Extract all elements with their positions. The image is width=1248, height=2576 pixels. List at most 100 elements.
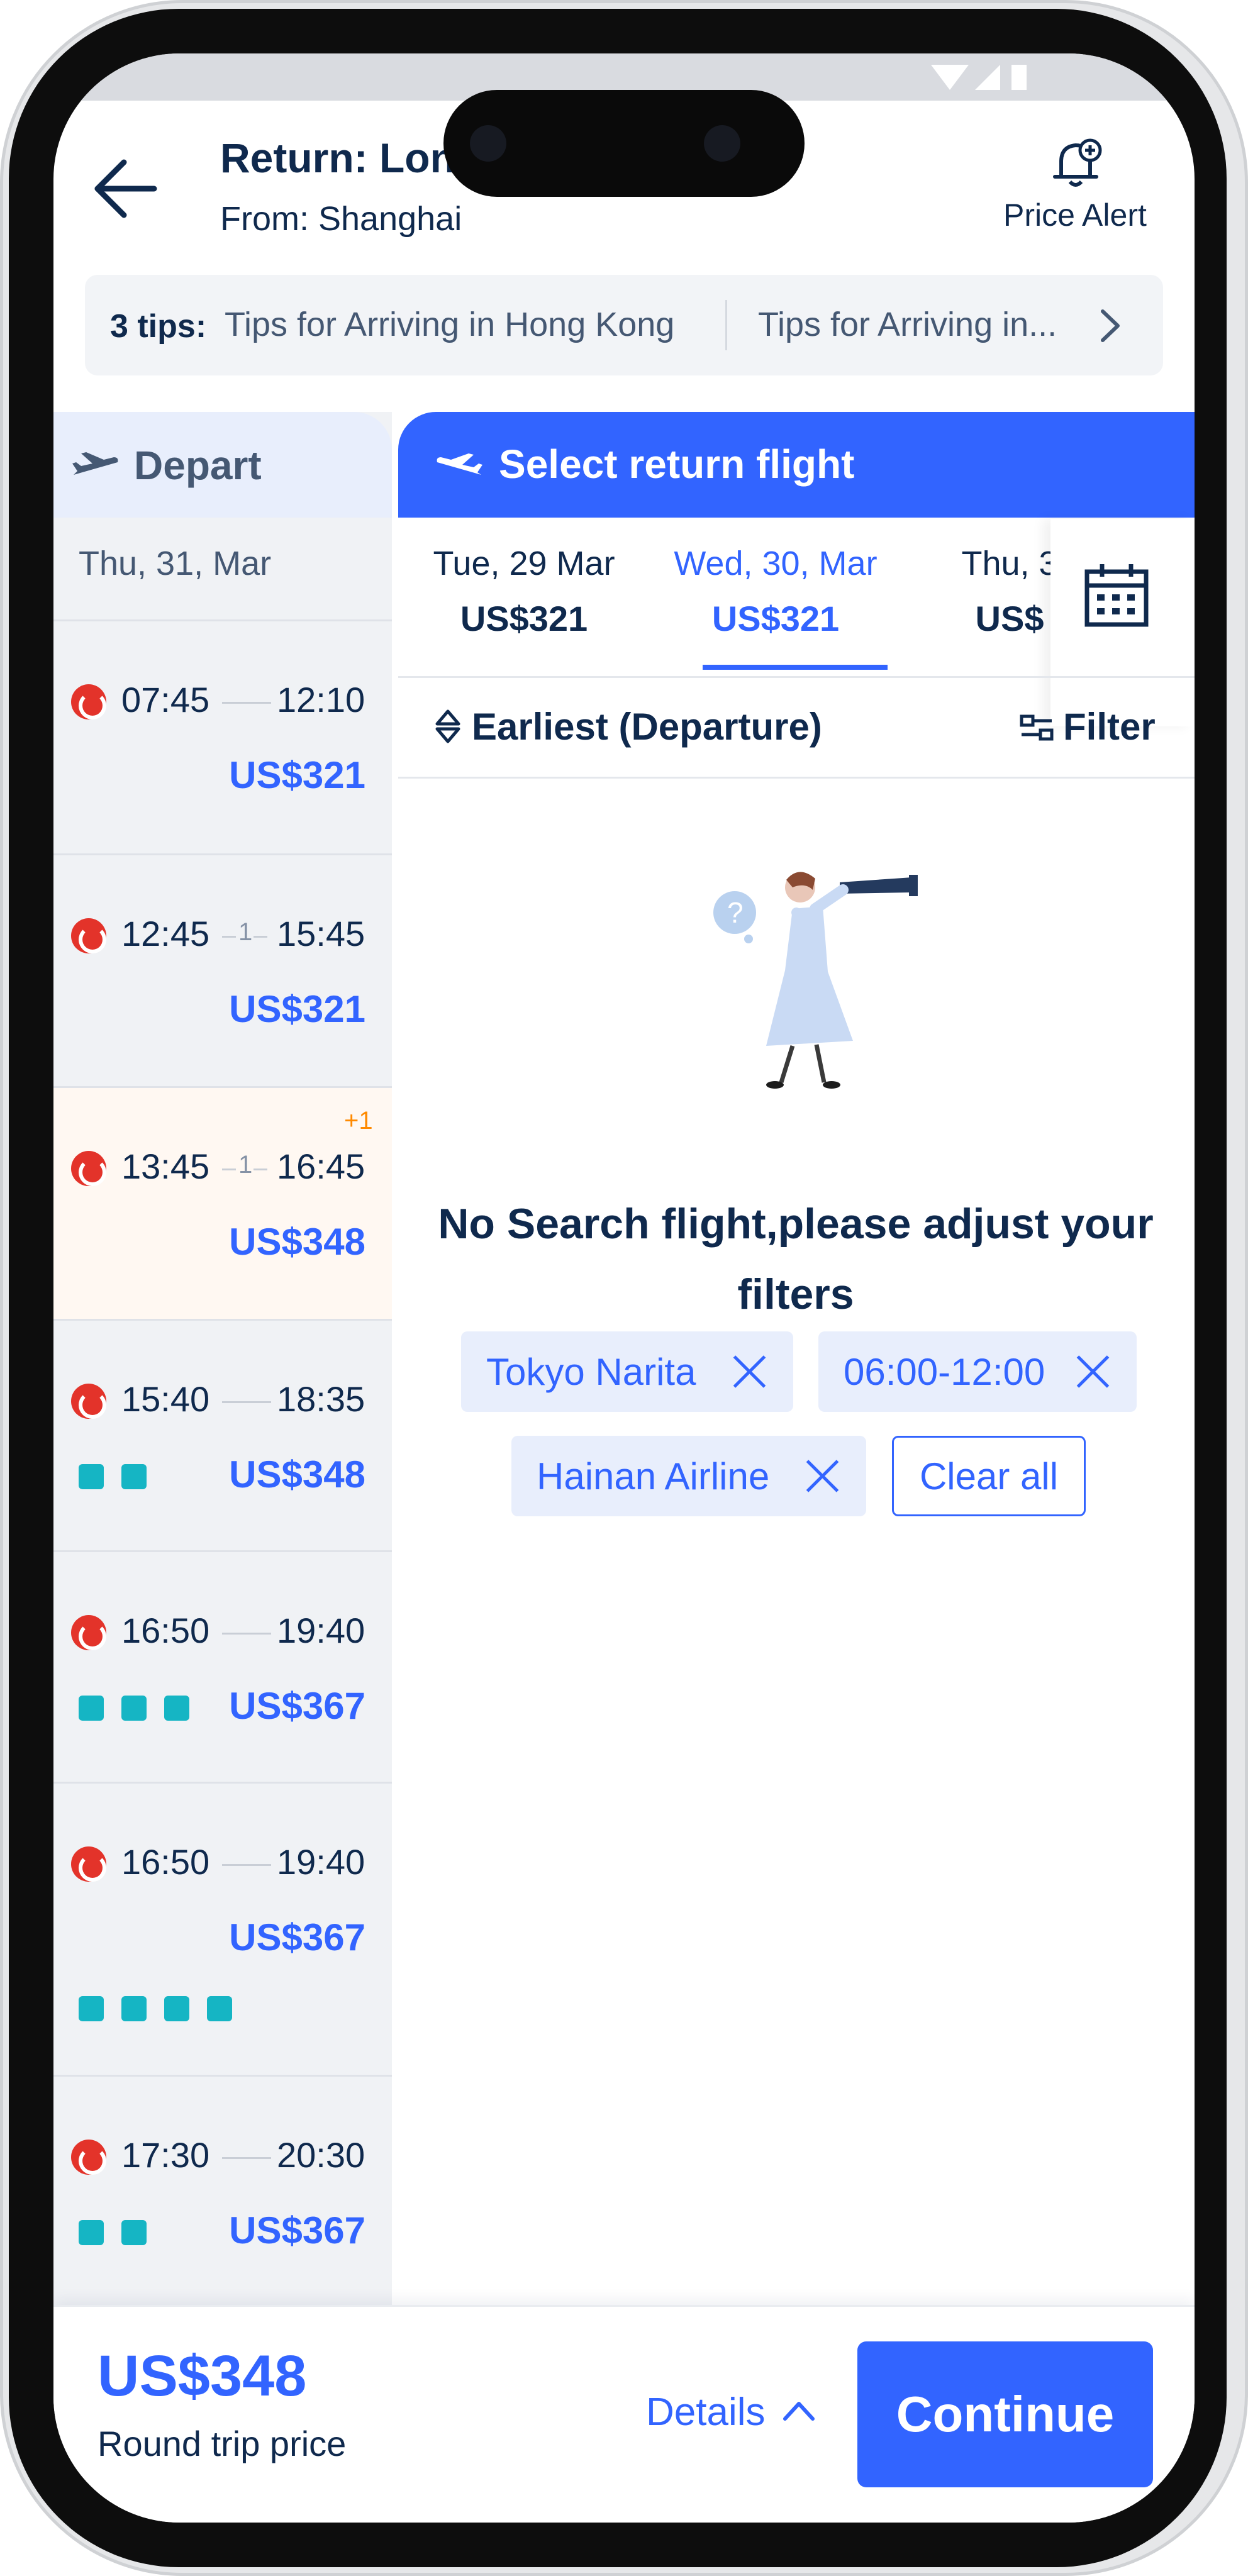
- bell-plus-icon[interactable]: [1047, 135, 1104, 192]
- date-label: Wed, 30, Mar: [674, 545, 878, 582]
- flight-price: US$348: [229, 1453, 365, 1496]
- route-line: [222, 1864, 271, 1866]
- tab-return[interactable]: Select return flight: [398, 412, 1195, 518]
- departure-time: 07:45: [121, 680, 210, 719]
- tip-item[interactable]: Tips for Arriving in Hong Kong: [225, 305, 674, 344]
- flight-price: US$321: [229, 754, 365, 796]
- total-price: US$348: [98, 2344, 307, 2408]
- route-line: [254, 936, 267, 938]
- tips-divider: [725, 300, 727, 350]
- route-line: [222, 1633, 271, 1635]
- arrival-time: 16:45: [277, 1146, 365, 1186]
- arrival-time: 12:10: [277, 680, 365, 719]
- tips-bar[interactable]: 3 tips: Tips for Arriving in Hong Kong T…: [85, 275, 1163, 375]
- bag-icon: [79, 2220, 104, 2245]
- chevron-right-icon[interactable]: [1091, 304, 1129, 348]
- date-tab[interactable]: Wed, 30, Mar US$321: [650, 544, 901, 639]
- next-day-badge: +1: [344, 1107, 373, 1135]
- close-icon[interactable]: [730, 1353, 768, 1391]
- date-label: Tue, 29 Mar: [433, 545, 615, 582]
- airline-logo: [71, 1846, 106, 1882]
- route-line: [222, 702, 271, 704]
- flight-row[interactable]: 17:30 20:30 US$367: [53, 2075, 392, 2307]
- flight-row[interactable]: 12:45 1 15:45 US$321: [53, 853, 392, 1086]
- filter-chip[interactable]: 06:00-12:00: [818, 1331, 1137, 1412]
- filter-button[interactable]: Filter: [1063, 705, 1156, 748]
- continue-button[interactable]: Continue: [857, 2341, 1153, 2487]
- plane-icon: [72, 452, 118, 475]
- flight-price: US$367: [229, 2209, 365, 2251]
- departure-time: 12:45: [121, 914, 210, 953]
- screen: Return: Lon From: Shanghai Price Alert 3…: [53, 53, 1195, 2523]
- departure-time: 15:40: [121, 1379, 210, 1419]
- calendar-button[interactable]: [1050, 519, 1195, 726]
- depart-date: Thu, 31, Mar: [79, 545, 272, 582]
- arrival-time: 15:45: [277, 914, 365, 953]
- stop-count: 1: [238, 918, 253, 946]
- phone-frame: Return: Lon From: Shanghai Price Alert 3…: [0, 0, 1248, 2576]
- luggage-icon: [121, 1696, 147, 1721]
- origin-subtitle: From: Shanghai: [220, 200, 462, 238]
- calendar-icon: [1084, 564, 1149, 627]
- total-price-label: Round trip price: [98, 2424, 347, 2463]
- filter-chip[interactable]: Tokyo Narita: [461, 1331, 793, 1412]
- price-alert-label[interactable]: Price Alert: [1003, 197, 1147, 233]
- departure-time: 17:30: [121, 2135, 210, 2175]
- tab-return-label: Select return flight: [499, 441, 855, 487]
- flight-row[interactable]: 07:45 12:10 US$321: [53, 619, 392, 853]
- airline-logo: [71, 2140, 106, 2175]
- back-arrow-icon[interactable]: [91, 154, 160, 223]
- arrival-time: 19:40: [277, 1611, 365, 1650]
- departure-time: 16:50: [121, 1842, 210, 1882]
- luggage-icon: [121, 1464, 147, 1489]
- departure-time: 13:45: [121, 1146, 210, 1186]
- departure-time: 16:50: [121, 1611, 210, 1650]
- flight-price: US$348: [229, 1221, 365, 1263]
- route-line: [254, 1169, 267, 1170]
- filter-chip-label: 06:00-12:00: [844, 1350, 1045, 1393]
- airline-logo: [71, 918, 106, 953]
- sort-divider: [398, 777, 1195, 779]
- details-button[interactable]: Details: [646, 2390, 766, 2434]
- flight-row[interactable]: 16:50 19:40 US$367: [53, 1782, 392, 2075]
- clear-all-button[interactable]: Clear all: [892, 1436, 1086, 1516]
- route-line: [222, 1401, 271, 1403]
- date-price: US$321: [711, 599, 840, 638]
- heart-icon: [164, 1696, 189, 1721]
- flight-row[interactable]: 13:45 1 16:45 +1 US$348: [53, 1086, 392, 1319]
- close-icon[interactable]: [803, 1457, 841, 1495]
- empty-state-illustration: ?: [713, 872, 918, 1089]
- date-divider: [398, 676, 1195, 678]
- arrival-time: 18:35: [277, 1379, 365, 1419]
- luggage-icon: [121, 1996, 147, 2021]
- bottom-bar: US$348 Round trip price Details Continue: [53, 2305, 1195, 2523]
- tab-depart[interactable]: Depart: [53, 412, 392, 518]
- stop-count: 1: [238, 1151, 253, 1179]
- dynamic-island: [443, 90, 805, 197]
- route-line: [222, 1169, 236, 1170]
- date-tab[interactable]: Tue, 29 Mar US$321: [398, 544, 650, 639]
- tips-count: 3 tips:: [110, 308, 207, 345]
- svg-text:?: ?: [727, 896, 744, 929]
- flight-row[interactable]: 16:50 19:40 US$367: [53, 1550, 392, 1782]
- luggage-icon: [121, 2220, 147, 2245]
- heart-icon: [164, 1996, 189, 2021]
- bag-icon: [79, 1996, 104, 2021]
- flight-row[interactable]: 15:40 18:35 US$348: [53, 1319, 392, 1550]
- filter-chip[interactable]: Hainan Airline: [511, 1436, 866, 1516]
- close-icon[interactable]: [1074, 1353, 1112, 1391]
- empty-state-message: No Search flight,please adjust your filt…: [438, 1200, 1154, 1318]
- page-title: Return: Lon: [220, 135, 455, 181]
- signal-icon: [931, 65, 1027, 90]
- route-line: [222, 2157, 271, 2159]
- airline-logo: [71, 684, 106, 719]
- chevron-up-icon[interactable]: [780, 2395, 818, 2426]
- filter-chip-label: Hainan Airline: [537, 1455, 770, 1497]
- flight-price: US$367: [229, 1916, 365, 1958]
- sort-dropdown[interactable]: Earliest (Departure): [472, 705, 822, 748]
- tip-item[interactable]: Tips for Arriving in...: [758, 305, 1057, 344]
- selected-date-indicator: [703, 665, 888, 670]
- date-price: US$321: [460, 599, 588, 638]
- arrival-time: 19:40: [277, 1842, 365, 1882]
- bag-icon: [79, 1696, 104, 1721]
